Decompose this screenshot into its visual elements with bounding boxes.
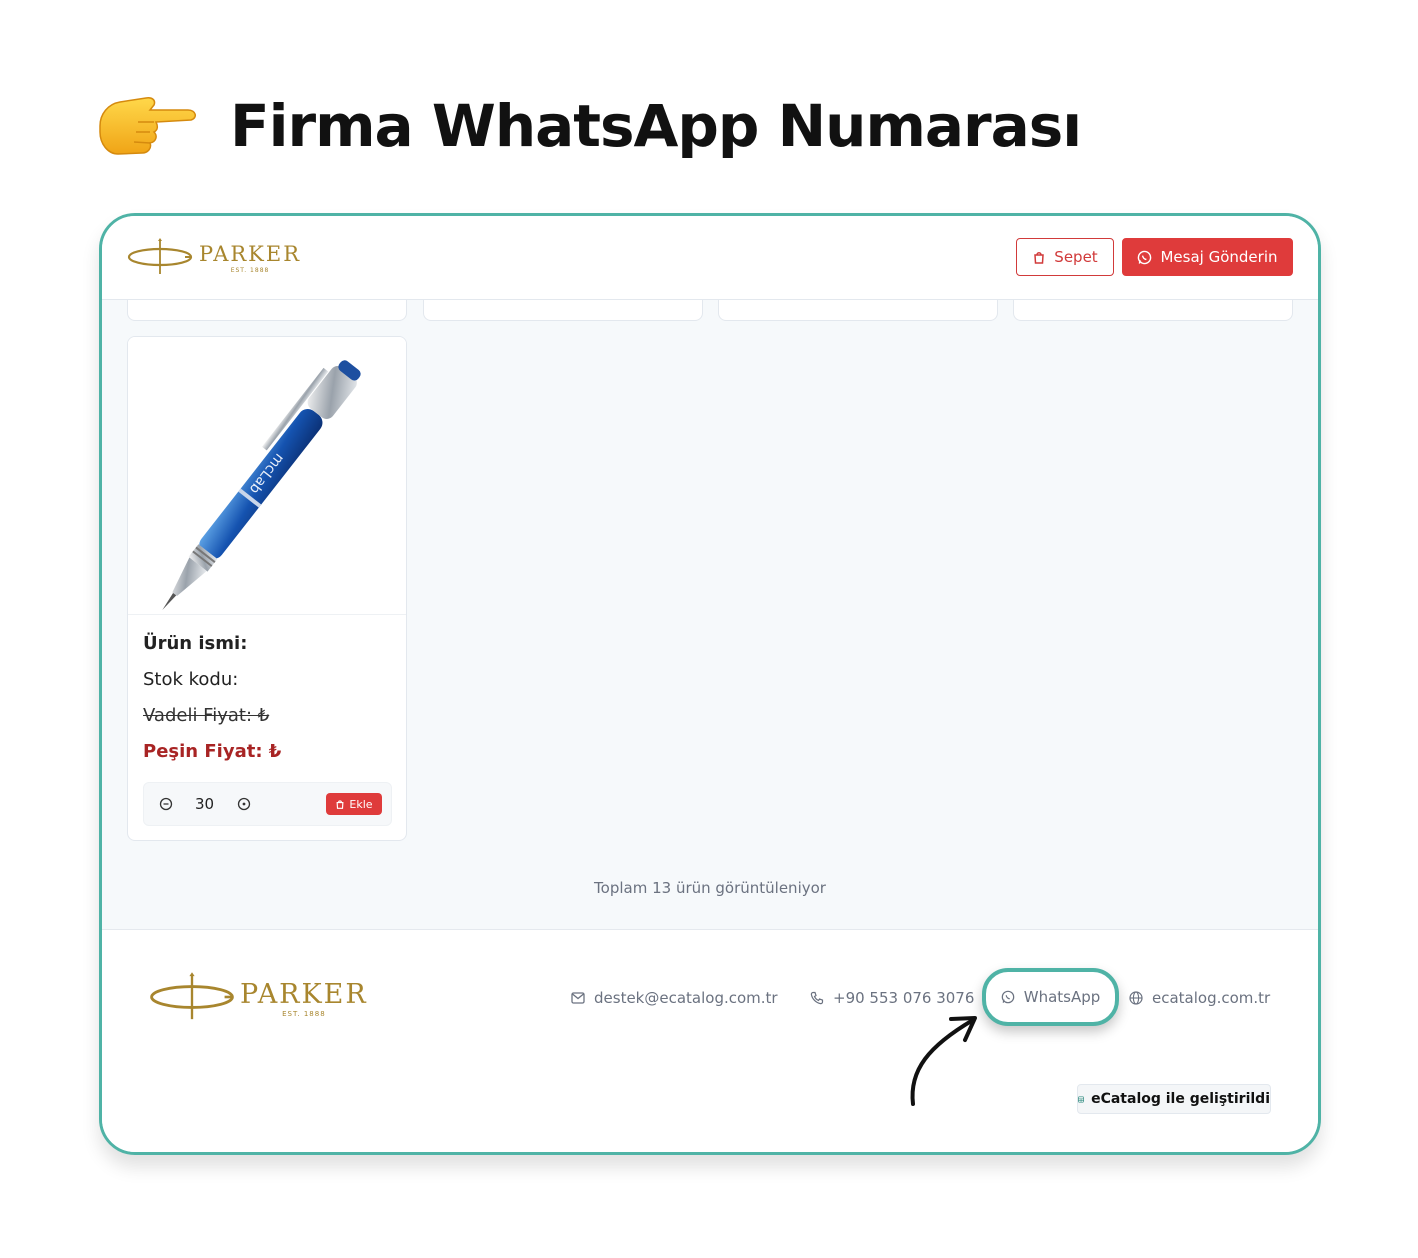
website-link[interactable]: ecatalog.com.tr — [1129, 989, 1270, 1007]
phone-icon — [810, 991, 824, 1005]
parker-logo[interactable]: PARKER EST. 1888 — [149, 972, 368, 1022]
mail-icon — [571, 992, 585, 1004]
whatsapp-link[interactable]: WhatsApp — [1001, 988, 1101, 1006]
product-details: Ürün ismi: Stok kodu: Vadeli Fiyat: ₺ Pe… — [128, 615, 406, 775]
built-with-text: eCatalog ile geliştirildi — [1091, 1091, 1270, 1107]
product-image[interactable]: mcLab — [128, 337, 406, 615]
headline: Firma WhatsApp Numarası — [96, 86, 1082, 166]
globe-icon — [1129, 991, 1143, 1005]
website-text: ecatalog.com.tr — [1152, 989, 1271, 1007]
logo-established: EST. 1888 — [282, 1010, 326, 1018]
parker-logo[interactable]: PARKER EST. 1888 — [127, 238, 301, 276]
quantity-stepper: 30 Ekle — [143, 782, 392, 826]
app-window: PARKER EST. 1888 Sepet Mesaj Gönderin mc… — [99, 213, 1321, 1155]
shopping-bag-icon — [336, 800, 344, 809]
add-to-cart-button[interactable]: Ekle — [326, 793, 382, 815]
catalog-icon — [1078, 1096, 1085, 1102]
whatsapp-icon — [1138, 250, 1152, 264]
logo-established: EST. 1888 — [230, 267, 270, 274]
stock-code-label: Stok kodu: — [143, 669, 239, 690]
email-text: destek@ecatalog.com.tr — [594, 989, 778, 1007]
add-label: Ekle — [349, 797, 373, 811]
parker-arrow-icon — [127, 238, 193, 274]
cash-price-label: Peşin Fiyat: ₺ — [143, 741, 282, 762]
email-link[interactable]: destek@ecatalog.com.tr — [571, 989, 778, 1007]
plus-circle-icon[interactable] — [236, 796, 252, 812]
pen-image-icon: mcLab — [162, 360, 361, 610]
headline-title: Firma WhatsApp Numarası — [230, 92, 1082, 160]
minus-circle-icon[interactable] — [158, 796, 174, 812]
product-card[interactable]: mcLab Ürün ismi: Stok kodu: Vadeli Fiyat… — [127, 336, 407, 841]
whatsapp-icon — [1001, 990, 1015, 1004]
phone-text: +90 553 076 3076 — [833, 989, 975, 1007]
send-message-label: Mesaj Gönderin — [1160, 248, 1278, 266]
shopping-bag-icon — [1034, 252, 1045, 264]
product-count-text: Toplam 13 ürün görüntüleniyor — [594, 879, 826, 897]
footer: PARKER EST. 1888 destek@ecatalog.com.tr … — [102, 929, 1318, 1152]
built-with-badge[interactable]: eCatalog ile geliştirildi — [1077, 1084, 1271, 1114]
top-navbar: PARKER EST. 1888 Sepet Mesaj Gönderin — [102, 216, 1318, 300]
product-name-label: Ürün ismi: — [143, 633, 248, 654]
send-message-button[interactable]: Mesaj Gönderin — [1122, 238, 1293, 276]
cart-label: Sepet — [1054, 248, 1098, 266]
logo-wordmark: PARKER — [199, 242, 302, 266]
term-price-label: Vadeli Fiyat: ₺ — [143, 705, 270, 726]
parker-arrow-icon — [150, 972, 234, 1020]
pointing-hand-icon — [96, 86, 200, 166]
phone-link[interactable]: +90 553 076 3076 — [810, 989, 974, 1007]
whatsapp-text: WhatsApp — [1023, 988, 1101, 1006]
whatsapp-highlight: WhatsApp — [982, 968, 1119, 1026]
pointer-arrow-icon — [910, 1016, 977, 1106]
logo-wordmark: PARKER — [240, 979, 368, 1010]
cart-button[interactable]: Sepet — [1016, 238, 1114, 276]
quantity-value[interactable]: 30 — [195, 795, 214, 813]
